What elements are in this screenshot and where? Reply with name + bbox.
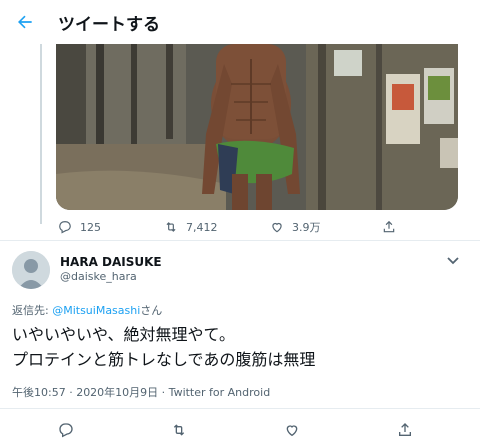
- tweet-text-line: いやいやいや、絶対無理やて。: [12, 325, 236, 344]
- photo-illustration: [56, 44, 458, 210]
- reply-icon: [59, 221, 71, 234]
- retweet-icon: [166, 222, 176, 232]
- retweet-button[interactable]: 7,412: [164, 220, 270, 234]
- default-avatar-icon: [12, 251, 50, 289]
- like-button[interactable]: [284, 422, 397, 438]
- reply-context: 返信先: @MitsuiMasashiさん: [12, 302, 162, 318]
- tweet-actions: [58, 422, 437, 438]
- page-title: ツイートする: [58, 15, 160, 35]
- tweet-timestamp[interactable]: 午後10:57 · 2020年10月9日 · Twitter for Andro…: [12, 384, 270, 400]
- avatar[interactable]: [12, 251, 50, 289]
- back-arrow-icon: [18, 15, 32, 29]
- reply-button[interactable]: [58, 422, 171, 438]
- reply-count: 125: [80, 220, 101, 234]
- share-button[interactable]: [382, 220, 422, 234]
- tweet-photo[interactable]: [56, 44, 458, 210]
- share-button[interactable]: [397, 422, 437, 438]
- prev-tweet-actions: 125 7,412 3.9万: [58, 219, 422, 235]
- like-icon: [272, 222, 282, 233]
- share-icon: [383, 220, 395, 233]
- reply-suffix: さん: [140, 304, 163, 317]
- divider: [0, 240, 480, 241]
- retweet-icon: [173, 424, 185, 436]
- top-bar: ツイートする: [0, 0, 480, 44]
- like-button[interactable]: 3.9万: [270, 219, 382, 235]
- retweet-count: 7,412: [186, 220, 218, 234]
- tweet-text-line: プロテインと筋トレなしであの腹筋は無理: [12, 350, 316, 369]
- thread-connector-line: [40, 44, 42, 224]
- more-options-button[interactable]: [444, 253, 462, 267]
- reply-prefix: 返信先:: [12, 304, 53, 317]
- retweet-button[interactable]: [171, 422, 284, 438]
- reply-button[interactable]: 125: [58, 220, 164, 234]
- like-count: 3.9万: [292, 221, 321, 234]
- display-name[interactable]: HARA DAISUKE: [60, 255, 162, 269]
- back-button[interactable]: [12, 9, 38, 35]
- user-handle[interactable]: @daiske_hara: [60, 270, 137, 283]
- divider: [0, 408, 480, 409]
- like-icon: [286, 425, 298, 437]
- share-icon: [399, 423, 411, 436]
- chevron-down-icon: [447, 257, 459, 265]
- reply-icon: [59, 423, 73, 438]
- tweet-text: いやいやいや、絶対無理やて。 プロテインと筋トレなしであの腹筋は無理: [12, 322, 472, 372]
- reply-mention-link[interactable]: @MitsuiMasashi: [52, 304, 140, 317]
